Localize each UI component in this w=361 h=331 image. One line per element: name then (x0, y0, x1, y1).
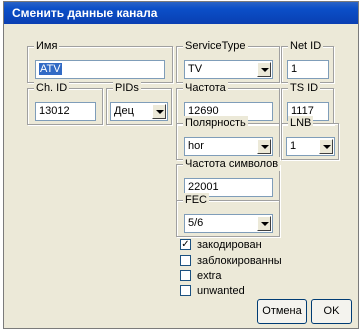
polarity-label: Полярность (183, 116, 248, 130)
checkbox-encrypted[interactable]: ✓ закодирован (180, 239, 262, 252)
cancel-button[interactable]: Отмена (257, 299, 307, 324)
checkbox-extra[interactable]: extra (180, 270, 221, 283)
chevron-down-icon[interactable] (152, 104, 166, 119)
chevron-down-icon[interactable] (257, 62, 271, 77)
chevron-down-icon[interactable] (257, 139, 271, 154)
checkbox-label: закодирован (197, 239, 262, 251)
name-label: Имя (34, 39, 60, 53)
checkbox-box[interactable] (180, 255, 191, 266)
name-group: Имя ATV (27, 39, 173, 83)
pids-label: PIDs (113, 81, 141, 95)
polarity-select[interactable]: hor (184, 137, 273, 156)
net-id-input[interactable]: 1 (287, 60, 329, 79)
ch-id-label: Ch. ID (34, 81, 70, 95)
name-input[interactable]: ATV (35, 60, 165, 79)
ch-id-input[interactable]: 13012 (35, 102, 96, 121)
edit-channel-dialog: Сменить данные канала Имя ATV ServiceTyp… (3, 1, 359, 329)
chevron-down-icon[interactable] (257, 216, 271, 231)
service-type-label: ServiceType (183, 39, 248, 53)
checkbox-unwanted[interactable]: unwanted (180, 285, 245, 298)
polarity-group: Полярность hor (176, 116, 280, 160)
lnb-select[interactable]: 1 (286, 137, 335, 156)
polarity-value: hor (188, 140, 204, 152)
service-type-select[interactable]: TV (184, 60, 273, 79)
frequency-label: Частота (183, 81, 228, 95)
pids-group: PIDs Дец (106, 81, 172, 125)
fec-value: 5/6 (188, 217, 204, 229)
lnb-group: LNB 1 (281, 116, 339, 160)
checkbox-box[interactable]: ✓ (180, 239, 191, 250)
name-value: ATV (39, 63, 62, 75)
lnb-label: LNB (288, 116, 314, 130)
fec-select[interactable]: 5/6 (184, 214, 273, 233)
lnb-value: 1 (290, 140, 297, 152)
checkbox-label: unwanted (197, 285, 245, 297)
checkbox-blocked[interactable]: заблокированны (180, 255, 282, 268)
checkbox-box[interactable] (180, 270, 191, 281)
ts-id-label: TS ID (288, 81, 321, 95)
chevron-down-icon[interactable] (319, 139, 333, 154)
service-type-value: TV (188, 63, 203, 75)
net-id-label: Net ID (288, 39, 324, 53)
pids-value: Дец (114, 105, 134, 117)
fec-group: FEC 5/6 (176, 193, 280, 237)
ch-id-group: Ch. ID 13012 (27, 81, 103, 125)
fec-label: FEC (183, 193, 209, 207)
service-type-group: ServiceType TV (176, 39, 280, 83)
checkbox-label: extra (197, 270, 222, 282)
symbol-rate-label: Частота символов (183, 157, 281, 171)
net-id-group: Net ID 1 (281, 39, 334, 83)
title-bar[interactable]: Сменить данные канала (4, 2, 358, 24)
checkbox-box[interactable] (180, 285, 191, 296)
ok-button[interactable]: OK (311, 299, 352, 324)
pids-select[interactable]: Дец (110, 102, 168, 121)
checkbox-label: заблокированны (197, 255, 282, 267)
dialog-title: Сменить данные канала (12, 6, 158, 20)
